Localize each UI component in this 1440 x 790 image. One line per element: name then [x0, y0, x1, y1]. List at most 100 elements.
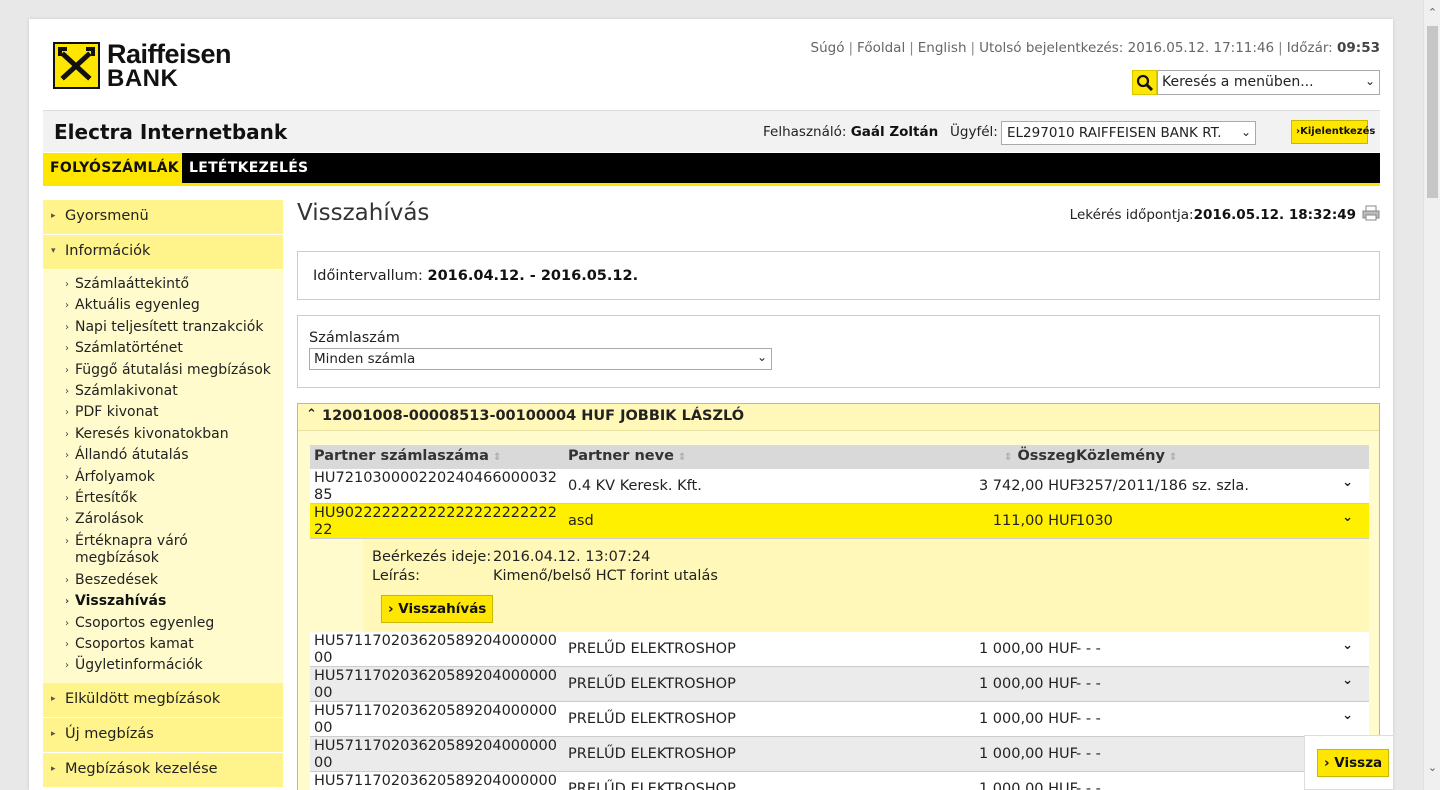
column-partner-name[interactable]: Partner neve ⇕: [568, 448, 686, 464]
chevron-down-icon[interactable]: ⌄: [1342, 510, 1353, 525]
row-memo: - - -: [1076, 641, 1101, 657]
sidebar-section-informaciok[interactable]: ▾ Információk: [43, 235, 283, 270]
sidebar-item-fuggo-atutalasok[interactable]: › Függő átutalási megbízások: [43, 360, 283, 381]
sidebar-item-zarolasok[interactable]: › Zárolások: [43, 509, 283, 530]
row-partner-account: HU72103000022024046600003285: [314, 470, 557, 503]
sidebar-section-elkuldott[interactable]: ▸ Elküldött megbízások: [43, 682, 283, 718]
sidebar-item-visszahivas[interactable]: › Visszahívás: [43, 591, 283, 612]
sidebar-item-label: Visszahívás: [75, 593, 167, 610]
table-row-selected[interactable]: HU90222222222222222222222222 asd 111,00 …: [310, 504, 1369, 539]
language-link[interactable]: English: [918, 40, 967, 56]
caret-right-icon: ▸: [51, 693, 56, 704]
logo-text-line2: BANK: [107, 65, 179, 92]
sidebar-item-csoportos-egyenleg[interactable]: › Csoportos egyenleg: [43, 613, 283, 634]
sidebar-item-ugyletinformaciok[interactable]: › Ügyletinformációk: [43, 655, 283, 676]
menu-search-select[interactable]: Keresés a menüben... ⌄: [1157, 70, 1380, 95]
row-partner-name: PRELŰD ELEKTROSHOP: [568, 781, 736, 790]
row-partner-account: HU57117020362058920400000000: [314, 773, 557, 789]
sidebar-item-napi-tranzakciok[interactable]: › Napi teljesített tranzakciók: [43, 317, 283, 338]
table-row[interactable]: HU57117020362058920400000000 PRELŰD ELEK…: [310, 737, 1369, 772]
chevron-down-icon[interactable]: ⌄: [1342, 638, 1353, 653]
home-link[interactable]: Főoldal: [857, 40, 905, 56]
recall-button[interactable]: › Visszahívás: [381, 595, 494, 623]
sidebar-item-arfolyamok[interactable]: › Árfolyamok: [43, 467, 283, 488]
page-title: Visszahívás: [297, 200, 430, 226]
caret-down-icon: ▾: [51, 246, 56, 256]
arrival-value: 2016.04.12. 13:07:24: [493, 549, 651, 565]
table-row[interactable]: HU57117020362058920400000000 PRELŰD ELEK…: [310, 772, 1369, 790]
sidebar-item-label: Számlatörténet: [75, 340, 183, 357]
caret-right-icon: ›: [65, 364, 69, 376]
sidebar-item-erteknapra-varo[interactable]: › Értéknapra váró megbízások: [43, 531, 283, 570]
account-group-header[interactable]: ⌃ 12001008-00008513-00100004 HUF JOBBIK …: [298, 404, 1379, 431]
caret-right-icon: ›: [65, 321, 69, 333]
raiffeisen-logo-icon: [53, 42, 100, 89]
table-header: Partner számlaszáma ⇕ Partner neve ⇕ ⇕ Öss…: [310, 445, 1369, 469]
table-row[interactable]: HU57117020362058920400000000 PRELŰD ELEK…: [310, 667, 1369, 702]
scroll-up-icon[interactable]: ⌃: [1424, 4, 1440, 21]
scroll-down-icon[interactable]: ⌄: [1424, 759, 1440, 776]
account-select[interactable]: Minden számla ⌄: [309, 348, 772, 370]
sidebar-item-label: Csoportos egyenleg: [75, 614, 215, 631]
chevron-down-icon[interactable]: ⌄: [1342, 475, 1353, 490]
column-memo[interactable]: Közlemény ⇕: [1076, 448, 1177, 464]
column-amount[interactable]: ⇕ Összeg: [1000, 448, 1076, 464]
caret-right-icon: ›: [65, 535, 69, 547]
chevron-down-icon[interactable]: ⌄: [1342, 708, 1353, 723]
row-memo: - - -: [1076, 746, 1101, 762]
user-label: Felhasználó:: [763, 124, 847, 140]
row-amount: 1 000,00 HUF: [978, 781, 1078, 790]
logout-button[interactable]: ›Kijelentkezés: [1291, 120, 1375, 144]
chevron-down-icon[interactable]: ⌄: [1342, 673, 1353, 688]
back-button[interactable]: › Vissza: [1317, 749, 1390, 777]
client-select[interactable]: EL297010 RAIFFEISEN BANK RT. ⌄: [1001, 121, 1256, 145]
sidebar-item-szamlatortenet[interactable]: › Számlatörténet: [43, 338, 283, 359]
sidebar-submenu: › Számlaáttekintő › Aktuális egyenleg › Nap…: [43, 270, 283, 683]
column-partner-account[interactable]: Partner számlaszáma ⇕: [314, 448, 501, 464]
sidebar-item-aktualis-egyenleg[interactable]: › Aktuális egyenleg: [43, 295, 283, 316]
main-tabs: FOLYÓSZÁMLÁK LETÉTKEZELÉS: [43, 153, 1380, 186]
sort-icon: ⇕: [1168, 452, 1178, 463]
top-links: Súgó | Főoldal | English | Utolsó bejelentkezé…: [810, 40, 1380, 56]
help-link[interactable]: Súgó: [811, 40, 845, 56]
sidebar-item-pdf-kivonat[interactable]: › PDF kivonat: [43, 402, 283, 423]
print-icon[interactable]: [1362, 205, 1380, 221]
sidebar-item-beszedesek[interactable]: › Beszedések: [43, 570, 283, 591]
tab-folyoszamlak[interactable]: FOLYÓSZÁMLÁK: [43, 153, 182, 183]
sidebar-item-szamlakivonat[interactable]: › Számlakivonat: [43, 381, 283, 402]
tab-letetkezeles[interactable]: LETÉTKEZELÉS: [182, 153, 315, 183]
sidebar-item-csoportos-kamat[interactable]: › Csoportos kamat: [43, 634, 283, 655]
chevron-right-icon: ›: [1324, 755, 1330, 771]
caret-right-icon: ›: [65, 596, 70, 608]
search-button[interactable]: [1132, 70, 1157, 95]
page-scrollbar[interactable]: ⌃ ⌄: [1423, 0, 1440, 790]
account-group-title: 12001008-00008513-00100004 HUF JOBBIK LÁ…: [322, 408, 745, 424]
caret-right-icon: ›: [65, 660, 69, 672]
caret-right-icon: ›: [65, 386, 69, 398]
sidebar-section-uj-megbizas[interactable]: ▸ Új megbízás: [43, 717, 283, 753]
chevron-down-icon: ⌄: [756, 350, 767, 364]
table-row[interactable]: HU72103000022024046600003285 0.4 KV Kere…: [310, 469, 1369, 504]
sidebar-section-gyorsmenu[interactable]: ▸ Gyorsmenü: [43, 200, 283, 235]
raiffeisen-logo[interactable]: Raiffeisen BANK: [53, 39, 243, 92]
recall-button-label: Visszahívás: [398, 601, 487, 617]
sidebar-item-ertesitok[interactable]: › Értesítők: [43, 488, 283, 509]
sidebar-section-megbizasok-kezelese[interactable]: ▸ Megbízások kezelése: [43, 752, 283, 788]
sidebar-item-allando-atutalas[interactable]: › Állandó átutalás: [43, 445, 283, 466]
sidebar-item-label: Keresés kivonatokban: [75, 425, 229, 442]
timeout-value: 09:53: [1337, 40, 1380, 56]
sidebar-item-kereses-kivonatokban[interactable]: › Keresés kivonatokban: [43, 424, 283, 445]
interval-label: Időintervallum:: [313, 268, 423, 284]
table-row[interactable]: HU57117020362058920400000000 PRELŰD ELEK…: [310, 702, 1369, 737]
search-icon: [1136, 74, 1154, 92]
row-partner-name: PRELŰD ELEKTROSHOP: [568, 641, 736, 657]
logout-label: Kijelentkezés: [1300, 126, 1376, 137]
scrollbar-thumb[interactable]: [1427, 26, 1438, 198]
sidebar-section-label: Információk: [65, 243, 151, 259]
sort-icon: ⇕: [1004, 452, 1013, 463]
sidebar-item-szamlaattekinto[interactable]: › Számlaáttekintő: [43, 274, 283, 295]
sidebar-section-label: Új megbízás: [65, 725, 154, 742]
table-row[interactable]: HU57117020362058920400000000 PRELŰD ELEK…: [310, 632, 1369, 667]
chevron-right-icon: ›: [388, 601, 394, 617]
row-partner-name: 0.4 KV Keresk. Kft.: [568, 478, 702, 494]
